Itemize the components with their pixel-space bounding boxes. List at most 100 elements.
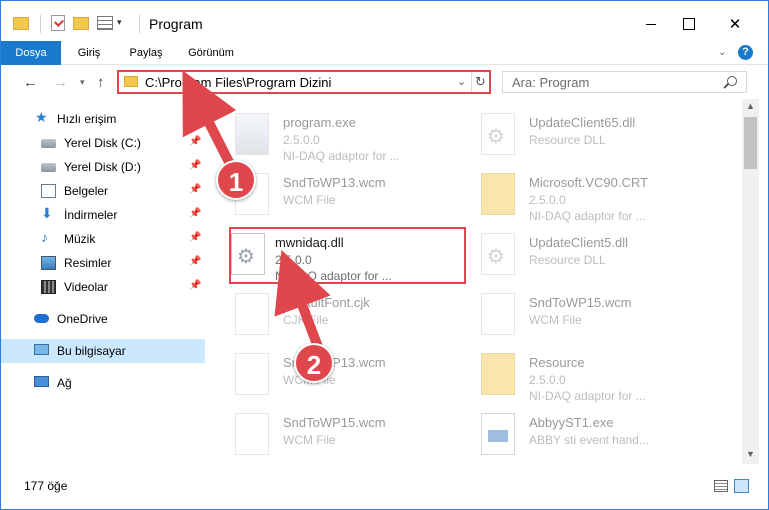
sidebar-item-label: Videolar bbox=[64, 280, 108, 294]
star-icon: ★ bbox=[35, 109, 48, 125]
file-description: NI-DAQ adaptor for ... bbox=[529, 209, 646, 223]
pictures-icon bbox=[41, 256, 56, 270]
sidebar-item-local-disk-d[interactable]: Yerel Disk (D:) 📌 bbox=[1, 155, 205, 179]
sidebar-item-onedrive[interactable]: OneDrive bbox=[1, 307, 205, 331]
sidebar-item-pictures[interactable]: Resimler 📌 bbox=[1, 251, 205, 275]
list-item[interactable]: program.exe 2.5.0.0 NI-DAQ adaptor for .… bbox=[209, 107, 445, 165]
properties-icon[interactable] bbox=[97, 16, 113, 30]
cloud-icon bbox=[34, 314, 49, 323]
sidebar-item-this-pc[interactable]: Bu bilgisayar bbox=[1, 339, 205, 363]
sidebar-item-network[interactable]: Ağ bbox=[1, 371, 205, 395]
file-version: 2.5.0.0 bbox=[529, 193, 566, 207]
address-bar[interactable]: C:\Program Files\Program Dizini ⌄ ↻ bbox=[117, 70, 491, 94]
address-dropdown-chevron-icon[interactable]: ⌄ bbox=[457, 75, 466, 88]
pin-icon[interactable]: 📌 bbox=[189, 184, 201, 195]
sidebar-item-music[interactable]: ♪ Müzik 📌 bbox=[1, 227, 205, 251]
window-title: Program bbox=[149, 16, 203, 32]
file-name: DefaultFont.cjk bbox=[283, 295, 370, 310]
customize-toolbar-arrow-icon[interactable]: ▾ bbox=[117, 17, 122, 35]
maximize-button[interactable] bbox=[666, 9, 712, 39]
folder-icon bbox=[481, 173, 515, 215]
quick-access-separator bbox=[40, 15, 41, 33]
navigation-pane: ★ Hızlı erişim Yerel Disk (C:) 📌 Yerel D… bbox=[1, 99, 205, 464]
folder-icon[interactable] bbox=[13, 17, 29, 30]
properties-check-icon[interactable] bbox=[51, 15, 65, 31]
up-arrow-icon[interactable]: ↑ bbox=[97, 74, 105, 91]
tab-home[interactable]: Giriş bbox=[69, 41, 109, 65]
file-name: SndToWP15.wcm bbox=[283, 415, 386, 430]
file-description: NI-DAQ adaptor for ... bbox=[529, 389, 646, 403]
pin-icon[interactable]: 📌 bbox=[189, 160, 201, 171]
sidebar-item-label: Yerel Disk (D:) bbox=[64, 160, 141, 174]
ribbon-tabs: Dosya Giriş Paylaş Görünüm ⌄ ? bbox=[1, 41, 768, 65]
sidebar-item-label: Bu bilgisayar bbox=[57, 344, 126, 358]
highlight-box bbox=[229, 227, 466, 284]
list-item[interactable]: Resource 2.5.0.0 NI-DAQ adaptor for ... bbox=[455, 347, 691, 405]
details-view-icon[interactable] bbox=[714, 480, 728, 492]
documents-icon bbox=[41, 184, 56, 198]
list-item[interactable]: UpdateClient65.dll Resource DLL bbox=[455, 107, 691, 165]
search-input[interactable]: Ara: Program bbox=[502, 71, 747, 93]
folder-icon bbox=[481, 353, 515, 395]
new-folder-icon[interactable] bbox=[73, 17, 89, 30]
sidebar-item-quick-access[interactable]: ★ Hızlı erişim bbox=[1, 107, 205, 131]
tab-file[interactable]: Dosya bbox=[1, 41, 61, 65]
exe-file-icon bbox=[235, 113, 269, 155]
file-name: Resource bbox=[529, 355, 585, 370]
file-type: WCM File bbox=[529, 313, 582, 327]
file-type: WCM File bbox=[283, 433, 336, 447]
scroll-down-arrow-icon[interactable]: ▼ bbox=[746, 449, 755, 459]
address-path[interactable]: C:\Program Files\Program Dizini bbox=[145, 75, 331, 90]
file-description: NI-DAQ adaptor for ... bbox=[283, 149, 400, 163]
pin-icon[interactable]: 📌 bbox=[189, 232, 201, 243]
sidebar-item-videos[interactable]: Videolar 📌 bbox=[1, 275, 205, 299]
file-version: 2.5.0.0 bbox=[283, 133, 320, 147]
pin-icon[interactable]: 📌 bbox=[189, 136, 201, 147]
recent-locations-chevron-icon[interactable]: ▾ bbox=[80, 77, 85, 88]
sidebar-item-documents[interactable]: Belgeler 📌 bbox=[1, 179, 205, 203]
sidebar-item-label: Hızlı erişim bbox=[57, 112, 117, 126]
list-item[interactable]: Microsoft.VC90.CRT 2.5.0.0 NI-DAQ adapto… bbox=[455, 167, 691, 225]
forward-arrow-icon[interactable]: → bbox=[53, 74, 68, 91]
help-icon[interactable]: ? bbox=[738, 45, 753, 60]
folder-icon bbox=[124, 76, 138, 87]
search-icon[interactable] bbox=[727, 76, 737, 86]
pin-icon[interactable]: 📌 bbox=[189, 208, 201, 219]
sidebar-item-local-disk-c[interactable]: Yerel Disk (C:) 📌 bbox=[1, 131, 205, 155]
annotation-badge-1: 1 bbox=[216, 160, 256, 200]
tab-share[interactable]: Paylaş bbox=[125, 41, 167, 65]
tab-view[interactable]: Görünüm bbox=[181, 41, 241, 65]
status-bar: 177 öğe bbox=[1, 464, 768, 509]
scrollbar-thumb[interactable] bbox=[744, 117, 757, 169]
list-item[interactable]: UpdateClient5.dll Resource DLL bbox=[455, 227, 691, 285]
network-icon bbox=[34, 376, 49, 387]
explorer-window: ▾ Program ✕ Dosya Giriş Paylaş Görünüm ⌄… bbox=[0, 0, 769, 510]
download-arrow-icon: ⬇ bbox=[41, 205, 53, 221]
file-name: AbbyyST1.exe bbox=[529, 415, 614, 430]
list-item[interactable]: AbbyyST1.exe ABBY sti event hand... bbox=[455, 407, 691, 464]
list-item[interactable]: DefaultFont.cjk CJK File bbox=[209, 287, 445, 345]
file-icon bbox=[481, 293, 515, 335]
navigation-bar: ← → ▾ ↑ C:\Program Files\Program Dizini … bbox=[1, 65, 768, 99]
pin-icon[interactable]: 📌 bbox=[189, 256, 201, 267]
refresh-icon[interactable]: ↻ bbox=[471, 72, 489, 92]
sidebar-item-label: Müzik bbox=[64, 232, 96, 246]
computer-icon bbox=[34, 344, 49, 355]
tiles-view-icon[interactable] bbox=[734, 479, 749, 493]
scroll-up-arrow-icon[interactable]: ▲ bbox=[746, 101, 755, 111]
sidebar-item-downloads[interactable]: ⬇ İndirmeler 📌 bbox=[1, 203, 205, 227]
list-item[interactable]: SndToWP15.wcm WCM File bbox=[455, 287, 691, 345]
music-note-icon: ♪ bbox=[41, 229, 48, 245]
vertical-scrollbar[interactable]: ▲ ▼ bbox=[742, 99, 759, 464]
list-item[interactable]: SndToWP15.wcm WCM File bbox=[209, 407, 445, 464]
close-button[interactable]: ✕ bbox=[712, 9, 758, 39]
expand-ribbon-chevron-icon[interactable]: ⌄ bbox=[718, 47, 726, 58]
file-icon bbox=[235, 353, 269, 395]
file-type: WCM File bbox=[283, 193, 336, 207]
pin-icon[interactable]: 📌 bbox=[189, 280, 201, 291]
file-version: 2.5.0.0 bbox=[529, 373, 566, 387]
back-arrow-icon[interactable]: ← bbox=[23, 74, 38, 91]
annotation-badge-2: 2 bbox=[294, 343, 334, 383]
file-name: Microsoft.VC90.CRT bbox=[529, 175, 648, 190]
drive-icon bbox=[41, 163, 56, 172]
